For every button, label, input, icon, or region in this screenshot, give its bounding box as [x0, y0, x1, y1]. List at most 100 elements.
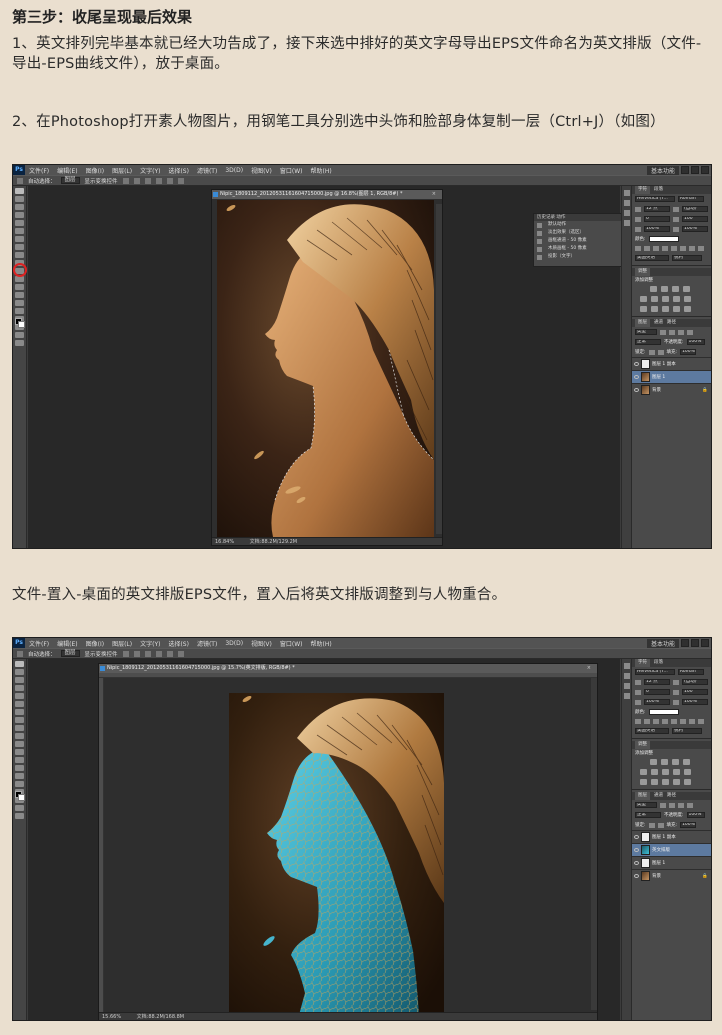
- blend-mode-select[interactable]: 正常: [635, 812, 661, 818]
- fill-field[interactable]: 100%: [680, 822, 697, 828]
- threshold-adjust-icon[interactable]: [662, 779, 669, 785]
- type-tool-icon[interactable]: [15, 308, 24, 314]
- action-item[interactable]: 画框通道 - 50 像素: [534, 237, 628, 245]
- clone-stamp-tool-icon[interactable]: [15, 252, 24, 258]
- pen-tool-icon[interactable]: [15, 773, 24, 779]
- layer-row-selected[interactable]: 英文排版: [632, 843, 711, 856]
- tab-paths[interactable]: 路径: [667, 319, 676, 327]
- minimize-icon[interactable]: [681, 639, 689, 647]
- dodge-tool-icon[interactable]: [15, 292, 24, 298]
- strikethrough-icon[interactable]: [698, 246, 704, 251]
- lock-transparent-icon[interactable]: [648, 822, 655, 828]
- photo-filter-adjust-icon[interactable]: [684, 769, 691, 775]
- move-tool-icon[interactable]: [17, 650, 23, 657]
- zoom-level[interactable]: 15.66%: [102, 1014, 121, 1020]
- document-tab[interactable]: Nipic_1809112_20120531161604715000.jpg @…: [212, 190, 442, 199]
- layer-row[interactable]: 背景 🔒: [632, 383, 711, 396]
- marquee-tool-icon[interactable]: [15, 669, 24, 675]
- layer-row-selected[interactable]: 图层 1: [632, 370, 711, 383]
- tab-character[interactable]: 字符: [635, 186, 650, 194]
- tab-paragraph[interactable]: 段落: [654, 659, 663, 667]
- history-brush-tool-icon[interactable]: [15, 733, 24, 739]
- strikethrough-icon[interactable]: [698, 719, 704, 724]
- blend-mode-select[interactable]: 正常: [635, 339, 661, 345]
- eye-icon[interactable]: [634, 874, 639, 878]
- menu-type[interactable]: 文字(Y): [136, 639, 164, 648]
- posterize-adjust-icon[interactable]: [651, 779, 658, 785]
- align-right-icon[interactable]: [177, 650, 184, 657]
- lasso-tool-icon[interactable]: [15, 204, 24, 210]
- font-family-select[interactable]: Helvetica (T...: [635, 196, 675, 202]
- hue-saturation-adjust-icon[interactable]: [651, 769, 658, 775]
- menu-help[interactable]: 帮助(H): [307, 166, 336, 175]
- healing-brush-tool-icon[interactable]: [15, 236, 24, 242]
- eyedropper-tool-icon[interactable]: [15, 701, 24, 707]
- faux-bold-icon[interactable]: [635, 246, 641, 251]
- color-swatches[interactable]: [15, 318, 25, 328]
- quick-select-tool-icon[interactable]: [15, 685, 24, 691]
- fill-field[interactable]: 100%: [680, 349, 697, 355]
- close-document-icon[interactable]: ×: [587, 664, 591, 673]
- opacity-field[interactable]: 100%: [686, 339, 705, 345]
- crop-tool-icon[interactable]: [15, 693, 24, 699]
- all-caps-icon[interactable]: [653, 719, 659, 724]
- auto-select-dropdown[interactable]: 图层: [60, 177, 80, 184]
- filter-shape-icon[interactable]: [687, 329, 693, 335]
- tab-adjustments[interactable]: 调整: [635, 268, 650, 276]
- minimize-icon[interactable]: [681, 166, 689, 174]
- lasso-tool-icon[interactable]: [15, 677, 24, 683]
- underline-icon[interactable]: [689, 246, 695, 251]
- background-color-swatch[interactable]: [18, 321, 25, 328]
- font-size-field[interactable]: 12 点: [644, 679, 670, 685]
- hand-tool-icon[interactable]: [15, 332, 24, 338]
- menu-file[interactable]: 文件(F): [25, 639, 53, 648]
- eye-icon[interactable]: [634, 835, 639, 839]
- small-caps-icon[interactable]: [662, 246, 668, 251]
- tab-paragraph[interactable]: 段落: [654, 186, 663, 194]
- subscript-icon[interactable]: [680, 246, 686, 251]
- vertical-scrollbar[interactable]: [436, 204, 442, 534]
- gradient-map-adjust-icon[interactable]: [673, 306, 680, 312]
- layer-row[interactable]: 背景 🔒: [632, 869, 711, 882]
- vibrance-adjust-icon[interactable]: [640, 296, 647, 302]
- font-style-select[interactable]: Roman: [678, 669, 704, 675]
- pen-tool-icon[interactable]: [15, 300, 24, 306]
- align-middle-icon[interactable]: [133, 177, 140, 184]
- black-white-adjust-icon[interactable]: [673, 296, 680, 302]
- align-bottom-icon[interactable]: [144, 650, 151, 657]
- document-size[interactable]: 文档:88.2M/129.2M: [250, 539, 297, 545]
- threshold-adjust-icon[interactable]: [662, 306, 669, 312]
- curves-adjust-icon[interactable]: [672, 286, 679, 292]
- menu-select[interactable]: 选择(S): [164, 639, 193, 648]
- align-middle-icon[interactable]: [133, 650, 140, 657]
- filter-shape-icon[interactable]: [687, 802, 693, 808]
- menu-filter[interactable]: 滤镜(T): [193, 639, 221, 648]
- text-color-swatch[interactable]: [648, 709, 679, 715]
- healing-brush-tool-icon[interactable]: [15, 709, 24, 715]
- tab-layers[interactable]: 图层: [635, 792, 650, 800]
- color-swatches[interactable]: [15, 791, 25, 801]
- menu-3d[interactable]: 3D(D): [221, 167, 247, 174]
- menu-image[interactable]: 图像(I): [82, 639, 108, 648]
- blur-tool-icon[interactable]: [15, 284, 24, 290]
- invert-adjust-icon[interactable]: [640, 779, 647, 785]
- menu-3d[interactable]: 3D(D): [221, 640, 247, 647]
- menu-edit[interactable]: 编辑(E): [53, 639, 81, 648]
- brush-tool-icon[interactable]: [15, 717, 24, 723]
- character-panel-icon[interactable]: [624, 683, 630, 689]
- menu-type[interactable]: 文字(Y): [136, 166, 164, 175]
- brightness-adjust-icon[interactable]: [650, 286, 657, 292]
- faux-bold-icon[interactable]: [635, 719, 641, 724]
- levels-adjust-icon[interactable]: [661, 286, 668, 292]
- menu-layer[interactable]: 图层(L): [108, 639, 136, 648]
- all-caps-icon[interactable]: [653, 246, 659, 251]
- close-icon[interactable]: [701, 166, 709, 174]
- paragraph-panel-icon[interactable]: [624, 693, 630, 699]
- history-panel-icon[interactable]: [624, 190, 630, 196]
- menu-select[interactable]: 选择(S): [164, 166, 193, 175]
- brightness-adjust-icon[interactable]: [650, 759, 657, 765]
- photo-filter-adjust-icon[interactable]: [684, 296, 691, 302]
- language-select[interactable]: 美国英语: [635, 728, 669, 734]
- gradient-tool-icon[interactable]: [15, 749, 24, 755]
- tab-channels[interactable]: 通道: [654, 319, 663, 327]
